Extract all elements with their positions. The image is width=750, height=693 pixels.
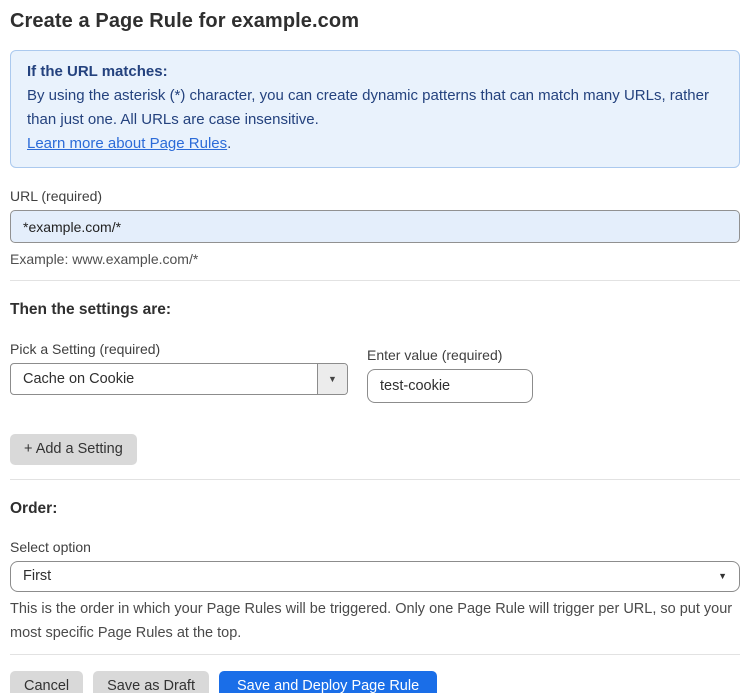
divider [10, 280, 740, 281]
url-label: URL (required) [10, 188, 103, 204]
setting-value-label: Enter value (required) [367, 347, 503, 363]
info-link-line: Learn more about Page Rules. [27, 132, 723, 156]
order-select-label: Select option [10, 538, 91, 555]
link-suffix: . [227, 135, 232, 152]
setting-select-dropdown-button[interactable]: ▼ [317, 364, 347, 394]
setting-select[interactable]: Cache on Cookie ▼ [10, 363, 348, 395]
setting-picker-label: Pick a Setting (required) [10, 341, 161, 357]
divider [10, 478, 740, 480]
chevron-down-icon: ▼ [328, 374, 337, 384]
setting-select-value: Cache on Cookie [23, 371, 135, 387]
order-help-text: This is the order in which your Page Rul… [10, 600, 733, 641]
form-actions: Cancel Save as Draft Save and Deploy Pag… [10, 670, 740, 693]
setting-picker-column: Pick a Setting (required) Cache on Cooki… [10, 341, 348, 395]
cancel-button[interactable]: Cancel [10, 670, 84, 693]
info-box-body: By using the asterisk (*) character, you… [27, 87, 709, 128]
order-select[interactable]: First ▼ [10, 560, 740, 592]
create-page-rule-form: Create a Page Rule for example.com If th… [0, 0, 750, 693]
setting-value-column: Enter value (required) [367, 347, 533, 403]
order-section-heading: Order: [10, 499, 58, 517]
url-input[interactable] [10, 210, 740, 243]
save-draft-button[interactable]: Save as Draft [93, 670, 209, 693]
url-example-text: Example: www.example.com/* [10, 251, 199, 267]
url-match-info-box: If the URL matches: By using the asteris… [10, 50, 740, 168]
learn-more-link[interactable]: Learn more about Page Rules [27, 135, 227, 152]
order-select-value: First [23, 568, 52, 584]
setting-value-input[interactable] [367, 369, 533, 403]
add-setting-button[interactable]: + Add a Setting [10, 434, 137, 465]
info-box-heading: If the URL matches: [27, 63, 168, 80]
chevron-down-icon: ▼ [718, 571, 727, 581]
settings-section-heading: Then the settings are: [10, 301, 172, 318]
settings-row: Pick a Setting (required) Cache on Cooki… [10, 341, 740, 403]
page-title: Create a Page Rule for example.com [10, 10, 360, 32]
save-deploy-button[interactable]: Save and Deploy Page Rule [218, 670, 438, 693]
divider [10, 653, 740, 655]
